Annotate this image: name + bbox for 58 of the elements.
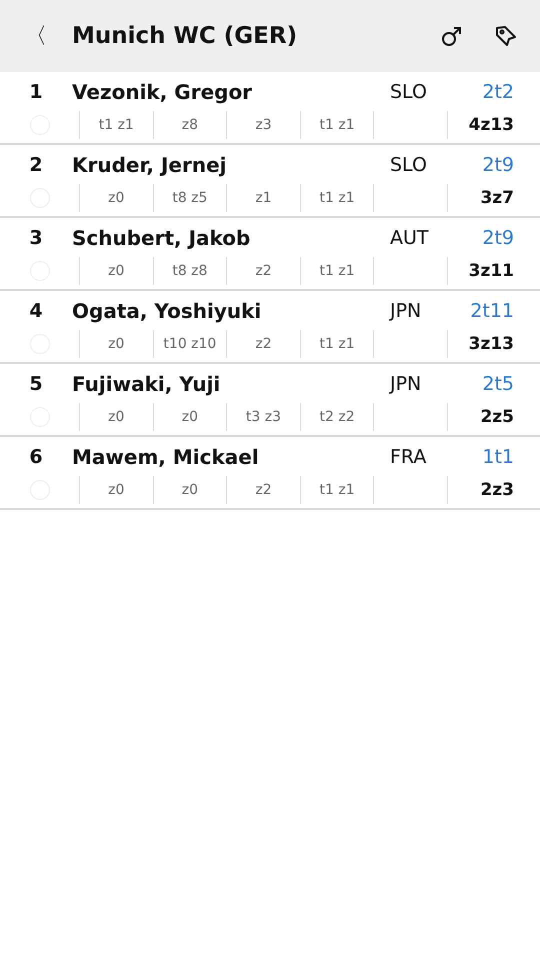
athlete-name: Schubert, Jakob	[72, 226, 252, 250]
back-button[interactable]: 〈	[0, 21, 72, 51]
boulder-result: z0	[79, 330, 153, 358]
athlete-name: Mawem, Mickael	[72, 445, 260, 469]
tops-score: 2t9	[481, 154, 515, 176]
country-code: SLO	[390, 154, 428, 176]
athlete-name: Vezonik, Gregor	[72, 80, 254, 104]
boulder-result: z3	[226, 111, 300, 139]
boulder-result: z0	[79, 257, 153, 285]
page-title: Munich WC (GER)	[72, 23, 298, 49]
boulder-result: t10 z10	[152, 330, 226, 358]
tops-score: 2t5	[481, 373, 515, 395]
boulder-result: z0	[79, 403, 153, 431]
boulder-result: z0	[79, 184, 153, 212]
tops-score: 2t2	[481, 81, 515, 103]
athlete-name: Fujiwaki, Yuji	[72, 372, 222, 396]
tag-icon[interactable]	[494, 24, 518, 48]
tops-score: 2t9	[481, 227, 515, 249]
country-code: JPN	[390, 373, 422, 395]
boulder-result: z2	[226, 476, 300, 504]
male-symbol-icon[interactable]	[440, 24, 464, 48]
boulder-result: t1 z1	[300, 476, 374, 504]
boulder-result: z2	[226, 257, 300, 285]
boulder-result: z0	[79, 476, 153, 504]
zones-score: 3z13	[446, 330, 540, 358]
zones-score: 4z13	[446, 111, 540, 139]
boulder-result: z2	[226, 330, 300, 358]
boulder-result: t1 z1	[300, 257, 374, 285]
boulder-result: t3 z3	[226, 403, 300, 431]
boulder-result: z1	[226, 184, 300, 212]
country-code: AUT	[390, 227, 430, 249]
boulder-result: t2 z2	[300, 403, 374, 431]
athlete-name: Ogata, Yoshiyuki	[72, 299, 262, 323]
boulder-result: t1 z1	[300, 184, 374, 212]
country-code: JPN	[390, 300, 422, 322]
boulder-result: t8 z5	[152, 184, 226, 212]
rank: 5	[28, 373, 44, 395]
tops-score: 2t11	[470, 300, 515, 322]
boulder-result: z0	[152, 476, 226, 504]
boulder-result: t1 z1	[300, 111, 374, 139]
rank: 4	[28, 300, 44, 322]
boulder-result: z8	[152, 111, 226, 139]
boulder-result: t1 z1	[300, 330, 374, 358]
rank: 6	[28, 446, 44, 468]
zones-score: 3z11	[446, 257, 540, 285]
boulder-result: z0	[152, 403, 226, 431]
athlete-name: Kruder, Jernej	[72, 153, 228, 177]
zones-score: 2z5	[446, 403, 540, 431]
zones-score: 2z3	[446, 476, 540, 504]
country-code: FRA	[390, 446, 428, 468]
zones-score: 3z7	[446, 184, 540, 212]
rank: 1	[28, 81, 44, 103]
country-code: SLO	[390, 81, 428, 103]
rank: 3	[28, 227, 44, 249]
tops-score: 1t1	[481, 446, 515, 468]
boulder-result: t8 z8	[152, 257, 226, 285]
rank: 2	[28, 154, 44, 176]
boulder-result: t1 z1	[79, 111, 153, 139]
